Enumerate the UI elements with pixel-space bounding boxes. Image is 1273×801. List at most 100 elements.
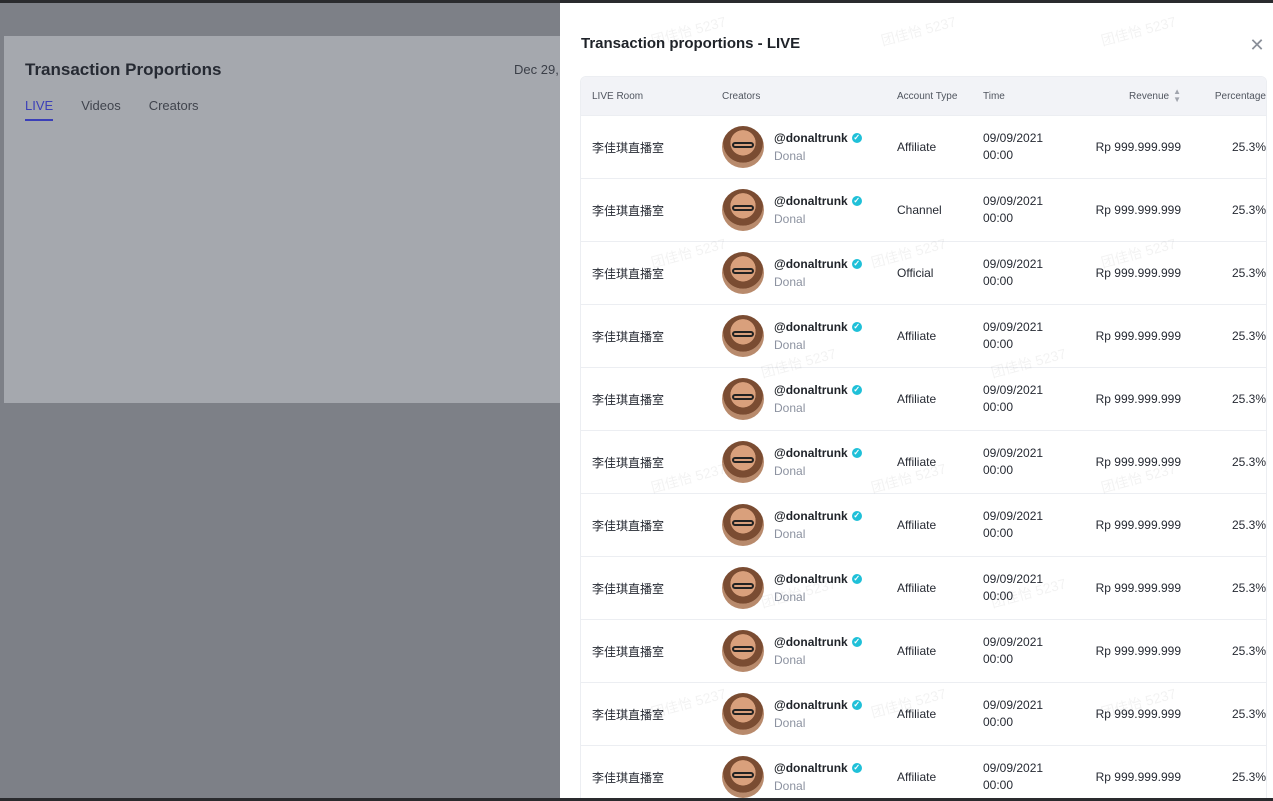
- watermark-text: 团佳怡 5237: [879, 13, 958, 49]
- creator-handle-text: @donaltrunk: [774, 257, 848, 271]
- col-account-type: Account Type: [897, 90, 958, 102]
- live-room-name: 李佳琪直播室: [592, 266, 665, 281]
- revenue: Rp 999.999.999: [1095, 581, 1181, 595]
- verified-icon: ✓: [851, 133, 862, 143]
- creator-handle[interactable]: @donaltrunk ✓: [774, 698, 862, 712]
- verified-icon: ✓: [851, 700, 862, 710]
- creator-name: Donal: [774, 464, 806, 478]
- table-row[interactable]: 李佳琪直播室 @donaltrunk ✓ Donal Affiliate 09/09/20…: [581, 556, 1266, 619]
- percentage: 25.3%: [1231, 266, 1266, 280]
- table-row[interactable]: 李佳琪直播室 @donaltrunk ✓ Donal Channel 09/09/2021…: [581, 178, 1266, 241]
- table-row[interactable]: 李佳琪直播室 @donaltrunk ✓ Donal Affiliate 09/09/20…: [581, 304, 1266, 367]
- table-row[interactable]: 李佳琪直播室 @donaltrunk ✓ Donal Affiliate 09/09/20…: [581, 493, 1266, 556]
- creator-handle-text: @donaltrunk: [774, 761, 848, 775]
- verified-icon: ✓: [851, 259, 862, 269]
- creator-cell: @donaltrunk ✓ Donal: [722, 378, 897, 420]
- percentage: 25.3%: [1231, 329, 1266, 343]
- sort-icon[interactable]: ▲ ▼: [1173, 88, 1181, 104]
- table-row[interactable]: 李佳琪直播室 @donaltrunk ✓ Donal Affiliate 09/09/20…: [581, 619, 1266, 682]
- percentage: 25.3%: [1231, 518, 1266, 532]
- time: 00:00: [983, 715, 1014, 729]
- time-cell: 09/09/2021 00:00: [983, 382, 1083, 416]
- creator-handle[interactable]: @donaltrunk ✓: [774, 320, 862, 334]
- col-percentage: Percentage: [1214, 90, 1266, 102]
- time: 00:00: [983, 463, 1014, 477]
- verified-icon: ✓: [851, 196, 862, 206]
- percentage: 25.3%: [1231, 455, 1266, 469]
- creator-cell: @donaltrunk ✓ Donal: [722, 756, 897, 798]
- revenue: Rp 999.999.999: [1095, 140, 1181, 154]
- creator-handle[interactable]: @donaltrunk ✓: [774, 131, 862, 145]
- tab-live[interactable]: LIVE: [25, 98, 54, 121]
- live-room-name: 李佳琪直播室: [592, 203, 665, 218]
- avatar[interactable]: [722, 693, 764, 735]
- table-row[interactable]: 李佳琪直播室 @donaltrunk ✓ Donal Affiliate 09/09/20…: [581, 430, 1266, 493]
- account-type: Affiliate: [897, 707, 937, 721]
- creator-handle-text: @donaltrunk: [774, 131, 848, 145]
- avatar[interactable]: [722, 126, 764, 168]
- account-type: Affiliate: [897, 329, 937, 343]
- avatar[interactable]: [722, 756, 764, 798]
- transaction-drawer: Transaction proportions - LIVE ✕ LIVE Ro…: [560, 3, 1273, 798]
- time-cell: 09/09/2021 00:00: [983, 571, 1083, 605]
- table-row[interactable]: 李佳琪直播室 @donaltrunk ✓ Donal Affiliate 09/09/20…: [581, 745, 1266, 798]
- creator-handle-text: @donaltrunk: [774, 320, 848, 334]
- creator-handle[interactable]: @donaltrunk ✓: [774, 383, 862, 397]
- page-title: Transaction Proportions: [25, 60, 222, 79]
- creator-handle[interactable]: @donaltrunk ✓: [774, 194, 862, 208]
- col-revenue[interactable]: Revenue ▲ ▼: [1083, 88, 1181, 104]
- account-type: Affiliate: [897, 644, 937, 658]
- creator-handle-text: @donaltrunk: [774, 194, 848, 208]
- creator-name: Donal: [774, 401, 806, 415]
- table-header: LIVE Room Creators Account Type Time Rev…: [581, 77, 1266, 115]
- avatar[interactable]: [722, 504, 764, 546]
- table-row[interactable]: 李佳琪直播室 @donaltrunk ✓ Donal Official 09/09/202…: [581, 241, 1266, 304]
- avatar[interactable]: [722, 567, 764, 609]
- avatar[interactable]: [722, 252, 764, 294]
- table-row[interactable]: 李佳琪直播室 @donaltrunk ✓ Donal Affiliate 09/09/20…: [581, 115, 1266, 178]
- revenue: Rp 999.999.999: [1095, 329, 1181, 343]
- creator-handle-text: @donaltrunk: [774, 635, 848, 649]
- avatar[interactable]: [722, 378, 764, 420]
- time-cell: 09/09/2021 00:00: [983, 634, 1083, 668]
- creator-cell: @donaltrunk ✓ Donal: [722, 693, 897, 735]
- watermark-text: 团佳怡 5237: [1099, 13, 1178, 49]
- tab-bar: LIVE Videos Creators: [25, 98, 227, 121]
- date: 09/09/2021: [983, 635, 1044, 649]
- revenue: Rp 999.999.999: [1095, 707, 1181, 721]
- creator-handle-text: @donaltrunk: [774, 446, 848, 460]
- creator-handle[interactable]: @donaltrunk ✓: [774, 572, 862, 586]
- creator-handle[interactable]: @donaltrunk ✓: [774, 257, 862, 271]
- table-row[interactable]: 李佳琪直播室 @donaltrunk ✓ Donal Affiliate 09/09/20…: [581, 367, 1266, 430]
- date-range[interactable]: Dec 29,: [514, 62, 559, 77]
- tab-videos[interactable]: Videos: [81, 98, 121, 121]
- date: 09/09/2021: [983, 131, 1044, 145]
- date: 09/09/2021: [983, 194, 1044, 208]
- creator-handle[interactable]: @donaltrunk ✓: [774, 446, 862, 460]
- live-room-name: 李佳琪直播室: [592, 581, 665, 596]
- time-cell: 09/09/2021 00:00: [983, 319, 1083, 353]
- time-cell: 09/09/2021 00:00: [983, 130, 1083, 164]
- avatar[interactable]: [722, 630, 764, 672]
- date: 09/09/2021: [983, 698, 1044, 712]
- verified-icon: ✓: [851, 637, 862, 647]
- avatar[interactable]: [722, 189, 764, 231]
- table-row[interactable]: 李佳琪直播室 @donaltrunk ✓ Donal Affiliate 09/09/20…: [581, 682, 1266, 745]
- creator-name: Donal: [774, 716, 806, 730]
- time-cell: 09/09/2021 00:00: [983, 256, 1083, 290]
- creator-handle[interactable]: @donaltrunk ✓: [774, 761, 862, 775]
- avatar[interactable]: [722, 315, 764, 357]
- revenue: Rp 999.999.999: [1095, 644, 1181, 658]
- verified-icon: ✓: [851, 448, 862, 458]
- avatar[interactable]: [722, 441, 764, 483]
- time: 00:00: [983, 148, 1014, 162]
- creator-handle[interactable]: @donaltrunk ✓: [774, 635, 862, 649]
- close-icon[interactable]: ✕: [1248, 36, 1266, 54]
- creator-cell: @donaltrunk ✓ Donal: [722, 504, 897, 546]
- table-body: 李佳琪直播室 @donaltrunk ✓ Donal Affiliate 09/09/20…: [581, 115, 1266, 798]
- live-room-name: 李佳琪直播室: [592, 518, 665, 533]
- creator-handle[interactable]: @donaltrunk ✓: [774, 509, 862, 523]
- live-room-name: 李佳琪直播室: [592, 329, 665, 344]
- tab-creators[interactable]: Creators: [149, 98, 199, 121]
- creator-name: Donal: [774, 275, 806, 289]
